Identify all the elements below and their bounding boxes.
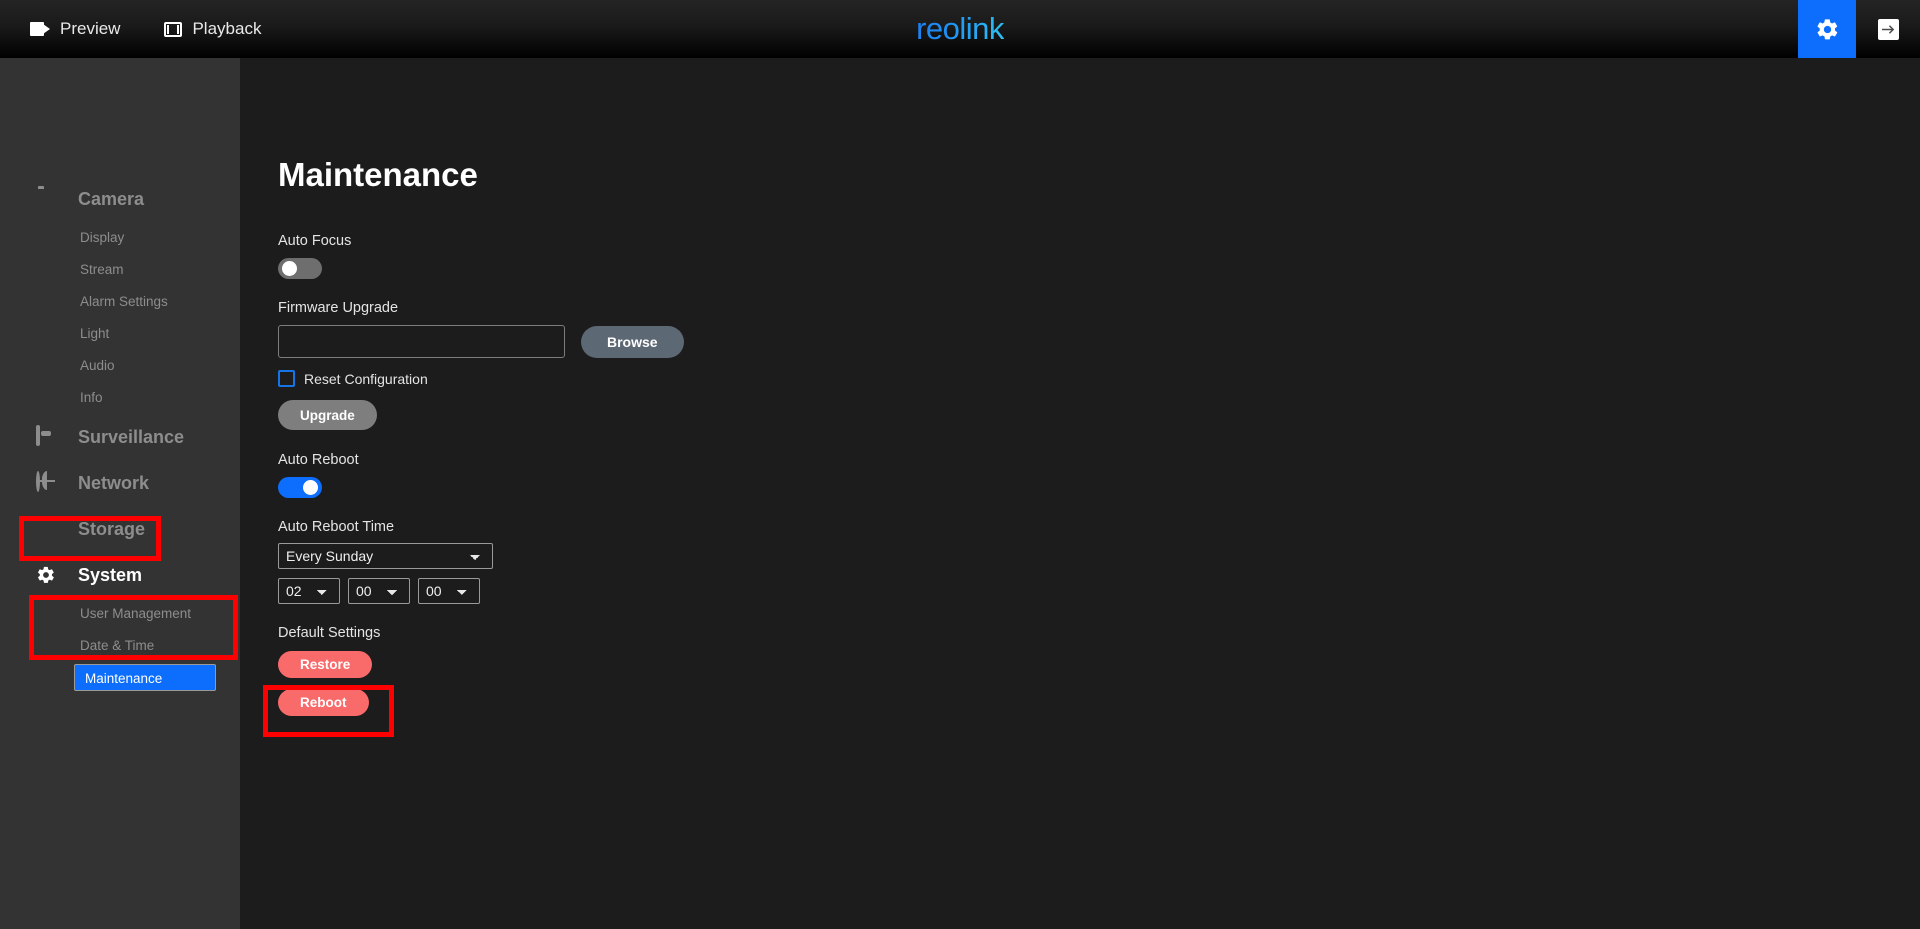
top-bar-actions xyxy=(1798,0,1920,58)
sidebar-item-date-time[interactable]: Date & Time xyxy=(0,630,240,662)
sidebar-item-audio[interactable]: Audio xyxy=(0,350,240,382)
sidebar-item-info[interactable]: Info xyxy=(0,382,240,414)
top-nav-preview[interactable]: Preview xyxy=(8,0,142,58)
toggle-knob xyxy=(282,261,297,276)
sidebar-item-system[interactable]: System xyxy=(0,552,240,598)
sidebar-group-camera: Camera Display Stream Alarm Settings Lig… xyxy=(0,176,240,414)
auto-reboot-time-field: Auto Reboot Time Every Sunday 02 00 00 xyxy=(278,519,1920,604)
upgrade-button[interactable]: Upgrade xyxy=(278,400,377,430)
monitor-icon xyxy=(36,425,56,447)
sidebar-item-user-management[interactable]: User Management xyxy=(0,598,240,630)
sidebar-item-surveillance-label: Surveillance xyxy=(78,426,185,447)
reolink-logo: reolink xyxy=(916,11,1004,46)
sd-card-icon xyxy=(36,519,56,539)
sidebar-item-surveillance[interactable]: Surveillance xyxy=(0,414,240,460)
logout-button[interactable] xyxy=(1856,0,1920,58)
top-nav-preview-label: Preview xyxy=(60,19,121,38)
auto-reboot-minute-select[interactable]: 00 xyxy=(348,578,410,604)
reboot-button[interactable]: Reboot xyxy=(278,689,369,716)
firmware-file-input[interactable] xyxy=(278,325,565,358)
firmware-upgrade-field: Firmware Upgrade Browse Reset Configurat… xyxy=(278,300,1920,430)
film-strip-icon xyxy=(164,21,183,37)
sidebar: Camera Display Stream Alarm Settings Lig… xyxy=(0,58,240,929)
auto-reboot-second-select[interactable]: 00 xyxy=(418,578,480,604)
top-nav-playback[interactable]: Playback xyxy=(142,0,283,58)
firmware-upgrade-label: Firmware Upgrade xyxy=(278,300,399,316)
top-navigation: Preview Playback xyxy=(0,0,283,58)
auto-reboot-label: Auto Reboot xyxy=(278,452,359,468)
gear-icon xyxy=(1817,18,1837,39)
sidebar-item-maintenance[interactable]: Maintenance xyxy=(74,664,216,691)
page-title: Maintenance xyxy=(278,156,478,193)
globe-icon xyxy=(36,471,56,493)
reset-configuration-label: Reset Configuration xyxy=(304,370,428,387)
app-root: Preview Playback reolink Camera Display … xyxy=(0,0,1920,929)
auto-focus-field: Auto Focus xyxy=(278,233,1920,279)
sidebar-item-storage[interactable]: Storage xyxy=(0,506,240,552)
sidebar-item-display[interactable]: Display xyxy=(0,222,240,254)
restore-button[interactable]: Restore xyxy=(278,651,373,678)
browse-button[interactable]: Browse xyxy=(581,325,684,358)
auto-reboot-hour-select[interactable]: 02 xyxy=(278,578,340,604)
auto-focus-label: Auto Focus xyxy=(278,233,352,249)
auto-reboot-time-label: Auto Reboot Time xyxy=(278,519,395,535)
auto-focus-toggle[interactable] xyxy=(278,258,322,279)
video-camera-icon xyxy=(30,22,50,36)
top-bar: Preview Playback reolink xyxy=(0,0,1920,58)
camera-icon xyxy=(36,189,56,209)
sidebar-item-camera-label: Camera xyxy=(78,188,145,209)
default-settings-label: Default Settings xyxy=(278,625,381,641)
auto-reboot-field: Auto Reboot xyxy=(278,452,1920,498)
sidebar-item-network-label: Network xyxy=(78,472,150,493)
sidebar-item-network[interactable]: Network xyxy=(0,460,240,506)
sidebar-item-system-label: System xyxy=(78,564,143,585)
main-content: Maintenance Auto Focus Firmware Upgrade … xyxy=(240,58,1920,929)
sidebar-item-stream[interactable]: Stream xyxy=(0,254,240,286)
logout-arrow-icon xyxy=(1877,18,1899,40)
sidebar-item-storage-label: Storage xyxy=(78,518,146,539)
gear-icon xyxy=(36,565,56,585)
sidebar-item-alarm-settings[interactable]: Alarm Settings xyxy=(0,286,240,318)
toggle-knob xyxy=(303,480,318,495)
sidebar-item-light[interactable]: Light xyxy=(0,318,240,350)
top-nav-playback-label: Playback xyxy=(192,19,262,38)
settings-button[interactable] xyxy=(1798,0,1856,58)
auto-reboot-day-select[interactable]: Every Sunday xyxy=(278,543,493,569)
default-settings-field: Default Settings Restore Reboot xyxy=(278,625,1920,716)
reset-configuration-checkbox[interactable] xyxy=(278,370,295,387)
sidebar-item-camera[interactable]: Camera xyxy=(0,176,240,222)
auto-reboot-toggle[interactable] xyxy=(278,477,322,498)
